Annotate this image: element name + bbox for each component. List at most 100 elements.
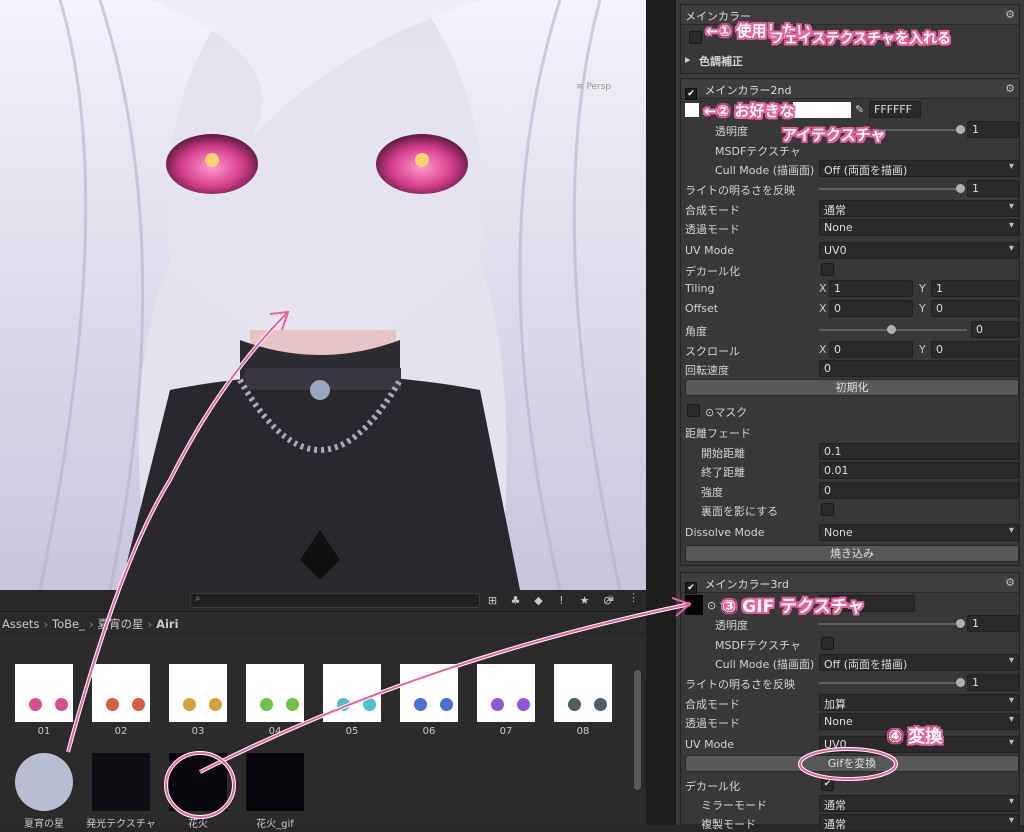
alpha-mode-dropdown[interactable]: None: [819, 219, 1019, 236]
texture-thumbnail[interactable]: [15, 664, 73, 722]
breadcrumb-airi[interactable]: Airi: [156, 617, 178, 631]
gear-icon[interactable]: ⚙: [1005, 8, 1015, 21]
start-distance-label: 開始距離: [701, 447, 745, 460]
thumbnail-label: 花火_gif: [256, 819, 294, 830]
layout-icon[interactable]: ⊞: [484, 592, 501, 609]
warning-icon[interactable]: !: [553, 592, 570, 609]
opacity-label: 透明度: [715, 619, 748, 632]
type-filter-icon[interactable]: ♣: [507, 592, 524, 609]
favorite-icon[interactable]: ★: [576, 592, 593, 609]
breadcrumb-tobe[interactable]: ToBe_: [52, 617, 85, 631]
cull-mode-dropdown[interactable]: Off (両面を描画): [819, 654, 1019, 671]
opacity-label: 透明度: [715, 125, 748, 138]
thumbnail-label: 花火: [188, 819, 208, 830]
offset-y-field[interactable]: 0: [931, 300, 1019, 317]
dissolve-label: Dissolve Mode: [685, 526, 765, 539]
tiling-x-field[interactable]: 1: [829, 280, 913, 297]
opacity-slider[interactable]: [819, 623, 963, 625]
reset-button[interactable]: 初期化: [685, 379, 1019, 396]
decal-checkbox[interactable]: ✔: [821, 778, 834, 791]
foldout-arrow-icon[interactable]: ▸: [685, 53, 691, 66]
texture-thumbnail[interactable]: [92, 753, 150, 811]
scrollbar[interactable]: [634, 670, 641, 790]
menu-icon[interactable]: ⋮: [628, 591, 639, 604]
cull-mode-label: Cull Mode (描画面): [715, 164, 815, 177]
light-field[interactable]: 1: [967, 180, 1019, 197]
gear-icon[interactable]: ⚙: [1005, 576, 1015, 589]
slider-knob[interactable]: [887, 325, 896, 334]
slider-knob[interactable]: [956, 184, 965, 193]
light-slider[interactable]: [819, 188, 963, 190]
opacity-field[interactable]: 1: [967, 121, 1019, 138]
uv-mode-dropdown[interactable]: UV0: [819, 242, 1019, 259]
slider-knob[interactable]: [956, 678, 965, 687]
slider-knob[interactable]: [956, 125, 965, 134]
scroll-x-field[interactable]: 0: [829, 341, 913, 358]
rotation-speed-field[interactable]: 0: [819, 360, 1019, 377]
gear-icon[interactable]: ⚙: [1005, 82, 1015, 95]
mask-label: ⊙マスク: [705, 406, 748, 419]
mask-checkbox[interactable]: [687, 404, 700, 417]
breadcrumb-natsuyoi[interactable]: 夏宵の星: [97, 617, 143, 631]
tiling-y-field[interactable]: 1: [931, 280, 1019, 297]
hex-field[interactable]: FFFFFF: [869, 101, 921, 118]
texture-slot[interactable]: [689, 31, 702, 44]
breadcrumb: Assets › ToBe_ › 夏宵の星 › Airi: [0, 612, 646, 634]
bake-button[interactable]: 焼き込み: [685, 545, 1019, 562]
color-swatch[interactable]: [793, 102, 851, 118]
slider-knob[interactable]: [956, 619, 965, 628]
texture-thumbnail[interactable]: [169, 664, 227, 722]
persp-label[interactable]: ≡ Persp: [576, 82, 611, 92]
scroll-label: スクロール: [685, 345, 740, 358]
dissolve-dropdown[interactable]: None: [819, 524, 1019, 541]
decal-checkbox[interactable]: [821, 263, 834, 276]
offset-label: Offset: [685, 302, 719, 315]
label-filter-icon[interactable]: ◆: [530, 592, 547, 609]
light-slider[interactable]: [819, 682, 963, 684]
texture-slot[interactable]: [685, 103, 699, 117]
texture-thumbnail[interactable]: [400, 664, 458, 722]
cull-mode-dropdown[interactable]: Off (両面を描画): [819, 160, 1019, 177]
offset-x-field[interactable]: 0: [829, 300, 913, 317]
scene-view[interactable]: ≡ Persp: [0, 0, 646, 590]
blend-mode-dropdown[interactable]: 通常: [819, 200, 1019, 217]
eyedropper-icon[interactable]: ✎: [855, 103, 864, 116]
light-field[interactable]: 1: [967, 674, 1019, 691]
backface-checkbox[interactable]: [821, 503, 834, 516]
thumbnail-label: 08: [576, 726, 590, 737]
convert-gif-button[interactable]: Gifを変換: [685, 755, 1019, 772]
texture-thumbnail[interactable]: [554, 664, 612, 722]
enable-checkbox[interactable]: ✔: [685, 88, 697, 100]
texture-thumbnail[interactable]: [92, 664, 150, 722]
texture-thumbnail[interactable]: [246, 753, 304, 811]
texture-thumbnail[interactable]: [169, 753, 227, 811]
scroll-y-field[interactable]: 0: [931, 341, 1019, 358]
thumbnail-label: 発光テクスチャ: [86, 819, 156, 830]
msdf-checkbox[interactable]: [821, 637, 834, 650]
start-distance-field[interactable]: 0.1: [819, 443, 1019, 460]
section-header[interactable]: ✔ メインカラー3rd ⚙: [681, 573, 1019, 594]
copy-mode-dropdown[interactable]: 通常: [819, 814, 1019, 831]
uv-mode-label: UV Mode: [685, 244, 735, 257]
end-distance-field[interactable]: 0.01: [819, 462, 1019, 479]
lock-icon[interactable]: 🔒︎: [608, 591, 614, 605]
eye-preview: [440, 698, 453, 711]
enable-checkbox[interactable]: ✔: [685, 582, 697, 594]
breadcrumb-assets[interactable]: Assets: [2, 617, 39, 631]
gif-texture-slot[interactable]: [685, 595, 703, 615]
x-label: X: [819, 282, 827, 295]
texture-thumbnail[interactable]: [323, 664, 381, 722]
opacity-field[interactable]: 1: [967, 615, 1019, 632]
note-step2-sub: アイテクスチャ: [782, 126, 886, 144]
angle-field[interactable]: 0: [971, 321, 1019, 338]
color-correction-label[interactable]: 色調補正: [699, 53, 743, 69]
section-header[interactable]: ✔ メインカラー2nd ⚙: [681, 79, 1019, 100]
blend-mode-dropdown[interactable]: 加算: [819, 694, 1019, 711]
strength-field[interactable]: 0: [819, 482, 1019, 499]
texture-thumbnail[interactable]: [477, 664, 535, 722]
texture-thumbnail[interactable]: [246, 664, 304, 722]
mirror-mode-dropdown[interactable]: 通常: [819, 795, 1019, 812]
x-label: X: [819, 343, 827, 356]
texture-thumbnail[interactable]: [15, 753, 73, 811]
search-input[interactable]: ⌕: [190, 593, 480, 608]
